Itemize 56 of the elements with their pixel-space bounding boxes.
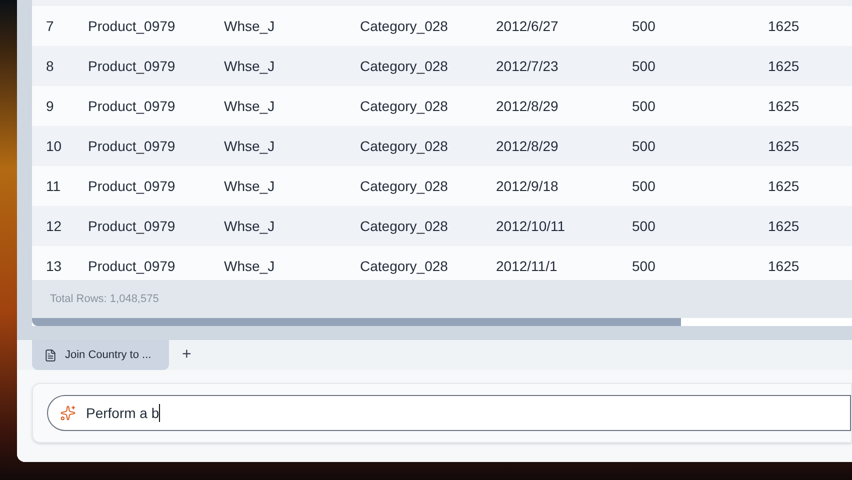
table-cell-text: 10: [46, 136, 63, 156]
table-cell-text: Product_0979: [88, 56, 176, 76]
table-cell-text: Whse_J: [224, 136, 276, 156]
table-cell-text: Category_028: [360, 176, 449, 196]
total-rows-label: Total Rows: 1,048,575: [50, 292, 159, 307]
table-cell-text: 11: [46, 176, 62, 196]
table-cell-text: 2012/6/27: [496, 16, 560, 36]
table-cell-text: 500: [632, 216, 656, 236]
table-cell-text: Category_028: [360, 216, 449, 236]
table-cell-text: Whse_J: [224, 96, 276, 116]
table-cell-text: 1625: [768, 56, 800, 76]
table-cell-text: 1625: [768, 136, 800, 156]
table-cell-text: Whse_J: [224, 256, 276, 276]
table-cell-text: 1625: [768, 176, 800, 196]
table-cell-text: 500: [632, 176, 656, 196]
table-cell-text: 1625: [768, 16, 800, 36]
table-cell-text: Whse_J: [224, 56, 276, 76]
table-cell-text: 500: [632, 56, 656, 76]
table-cell-text: 7: [46, 16, 55, 36]
table-cell-text: Product_0979: [88, 216, 176, 236]
table-cell-text: Whse_J: [224, 176, 276, 196]
table-cell-text: 13: [46, 256, 63, 276]
table-cell-text: Category_028: [360, 136, 449, 156]
table-cell-text: 2012/8/29: [496, 96, 560, 116]
table-cell-text: Category_028: [360, 256, 449, 276]
table-cell-text: 1625: [768, 216, 800, 236]
document-tab[interactable]: Join Country to ...: [32, 340, 169, 370]
table-cell-text: 12: [46, 216, 63, 236]
table-cell-text: 500: [632, 16, 656, 36]
table-cell-text: Product_0979: [88, 176, 176, 196]
table-cell-text: 500: [632, 136, 656, 156]
add-tab-button[interactable]: +: [178, 343, 196, 367]
table-cell-text: Product_0979: [88, 136, 176, 156]
table-cell-text: Whse_J: [224, 16, 276, 36]
table-cell-text: 2012/8/29: [496, 136, 560, 156]
table-cell-text: 8: [46, 56, 55, 76]
document-icon: [44, 348, 57, 362]
table-cell-text: Category_028: [360, 16, 449, 36]
table-cell-text: Whse_J: [224, 216, 276, 236]
table-cell-text: Product_0979: [88, 16, 176, 36]
table-cell-text: 2012/7/23: [496, 56, 560, 76]
table-cell-text: Product_0979: [88, 96, 176, 116]
table-cell-text: 500: [632, 256, 656, 276]
table-cell-text: 500: [632, 96, 656, 116]
table-cell-text: 2012/11/1: [496, 256, 558, 276]
table-cell-text: 2012/10/11: [496, 216, 566, 236]
table-cell-text: 2012/9/18: [496, 176, 560, 196]
prompt-field[interactable]: Perform a b: [47, 395, 851, 431]
table-cell-text: 9: [46, 96, 55, 116]
table-cell-text: 1625: [768, 256, 800, 276]
table-cell-text: Product_0979: [88, 256, 176, 276]
table-cell-text: 1625: [768, 96, 800, 116]
scrollbar-thumb[interactable]: [32, 318, 681, 326]
table-cell-text: Category_028: [360, 96, 449, 116]
sparkle-icon: [60, 405, 76, 421]
table-cell-text: Category_028: [360, 56, 449, 76]
